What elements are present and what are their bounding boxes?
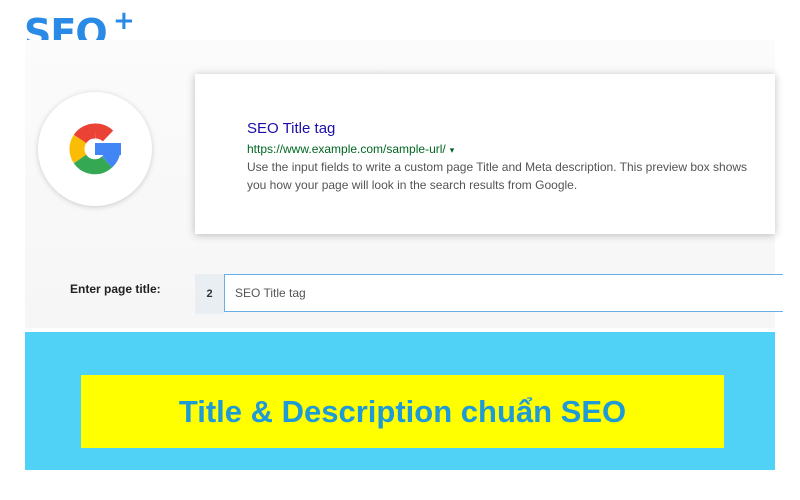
banner-heading: Title & Description chuẩn SEO [178, 393, 627, 429]
logo-plus: + [113, 6, 135, 36]
page-title-input[interactable] [224, 274, 783, 312]
dropdown-caret-icon[interactable]: ▾ [450, 145, 455, 155]
page-title-label: Enter page title: [70, 282, 161, 296]
preview-description: Use the input fields to write a custom p… [247, 160, 748, 192]
google-logo-badge [38, 92, 152, 206]
title-character-counter: 2 [195, 274, 224, 314]
preview-title[interactable]: SEO Title tag [247, 120, 335, 137]
preview-url: https://www.example.com/sample-url/ ▾ [247, 142, 454, 156]
preview-url-text: https://www.example.com/sample-url/ [247, 142, 446, 156]
banner-highlight-box: Title & Description chuẩn SEO [81, 375, 724, 448]
google-g-icon [69, 123, 121, 175]
search-result-preview: SEO Title tag https://www.example.com/sa… [195, 74, 775, 234]
